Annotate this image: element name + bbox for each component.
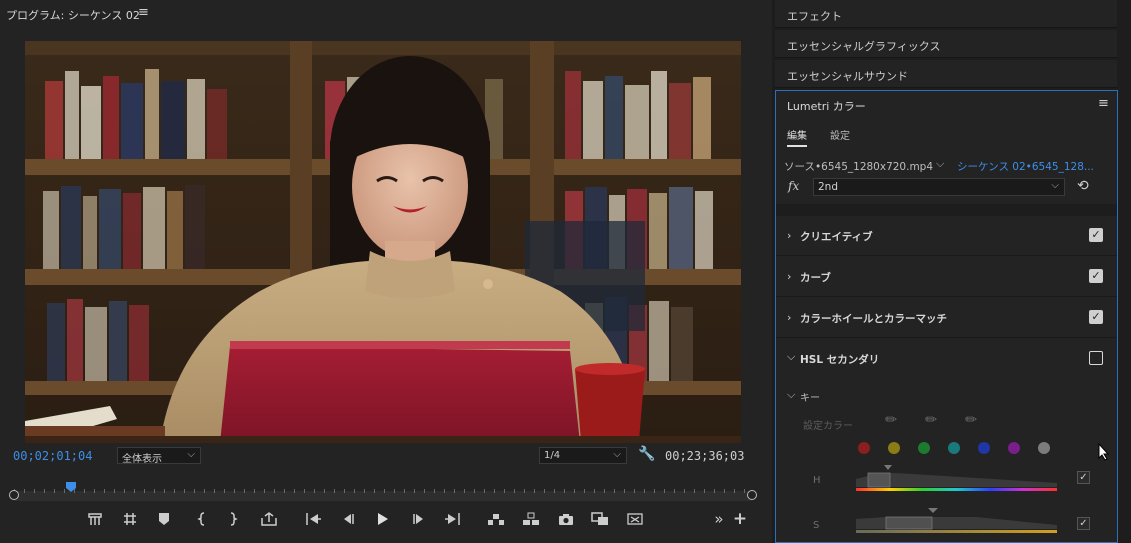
hue-label: H <box>813 475 821 486</box>
play-icon[interactable] <box>369 506 395 532</box>
chevron-down-icon: ⌵ <box>1051 180 1059 191</box>
section-hsl-secondary[interactable]: ⌵ HSL セカンダリ <box>776 339 1117 379</box>
section-creative[interactable]: › クリエイティブ ✓ <box>776 216 1117 256</box>
saturation-enable-checkbox[interactable]: ✓ <box>1077 517 1090 530</box>
transport-controls: » + <box>0 506 772 534</box>
effect-instance-row: fx 2nd ⌵ ⟲ <box>776 177 1117 199</box>
time-ruler[interactable] <box>9 482 757 501</box>
divider <box>776 204 1117 216</box>
playback-resolution-value: 1/4 <box>544 450 561 461</box>
time-ruler-ticks <box>14 489 752 493</box>
swatch-cyan[interactable] <box>948 442 960 454</box>
current-timecode[interactable]: 00;02;01;04 <box>13 449 92 463</box>
panel-essential-sound[interactable]: エッセンシャルサウンド <box>775 60 1117 88</box>
set-color-label: 設定カラー <box>803 421 853 432</box>
right-panel-stack: エフェクト エッセンシャルグラフィックス エッセンシャルサウンド Lumetri… <box>775 0 1131 543</box>
effect-instance-select[interactable]: 2nd ⌵ <box>813 178 1065 196</box>
wrench-icon[interactable]: 🔧 <box>638 446 655 462</box>
tab-edit[interactable]: 編集 <box>787 127 807 147</box>
clip-selector: ソース•6545_1280x720.mp4 ⌵ シーケンス 02•6545_12… <box>776 154 1117 178</box>
source-clip-label[interactable]: ソース•6545_1280x720.mp4 <box>784 159 933 174</box>
add-button-icon[interactable]: + <box>727 506 753 532</box>
step-back-icon[interactable] <box>335 506 361 532</box>
marker-add-icon[interactable] <box>82 506 108 532</box>
enable-checkbox[interactable] <box>1089 351 1103 365</box>
reset-icon[interactable]: ⟲ <box>1077 178 1089 194</box>
chevron-down-icon: ⌵ <box>787 350 796 363</box>
go-to-out-icon[interactable] <box>439 506 465 532</box>
zoom-level-select[interactable]: 全体表示 ⌵ <box>117 447 201 465</box>
export-frame-icon[interactable] <box>256 506 282 532</box>
mouse-pointer-icon <box>1098 443 1110 461</box>
tab-settings[interactable]: 設定 <box>830 127 850 142</box>
section-label: カーブ <box>800 272 831 284</box>
hamburger-icon[interactable]: ≡ <box>138 5 149 20</box>
key-label: キー <box>800 393 820 404</box>
chevron-right-icon: › <box>787 270 792 283</box>
chevron-down-icon: ⌵ <box>787 388 796 401</box>
sequence-clip-label[interactable]: シーケンス 02•6545_128... <box>957 159 1094 174</box>
fx-icon: fx <box>788 179 800 193</box>
hamburger-icon[interactable]: ≡ <box>1098 96 1109 111</box>
swatch-red[interactable] <box>858 442 870 454</box>
chevron-right-icon: › <box>787 311 792 324</box>
section-label: クリエイティブ <box>800 231 873 243</box>
program-monitor: プログラム: シーケンス 02 ≡ 00;02;01;04 全体表示 ⌵ 1/4… <box>0 0 772 543</box>
duration-timecode: 00;23;36;03 <box>665 449 745 463</box>
section-label: HSL セカンダリ <box>800 354 880 366</box>
section-curves[interactable]: › カーブ ✓ <box>776 257 1117 297</box>
video-frame-image <box>25 41 741 443</box>
swatch-green[interactable] <box>918 442 930 454</box>
panel-essential-graphics-label: エッセンシャルグラフィックス <box>787 40 941 53</box>
eyedropper-add-icon[interactable]: ✎ <box>922 410 942 430</box>
chevron-down-icon: ⌵ <box>187 449 195 460</box>
video-viewer[interactable] <box>25 41 741 443</box>
go-to-in-icon[interactable] <box>301 506 327 532</box>
hue-range-slider[interactable] <box>856 465 1057 491</box>
saturation-range-slider[interactable] <box>856 507 1057 533</box>
eyedropper-remove-icon[interactable]: ✎ <box>962 410 982 430</box>
panel-essential-sound-label: エッセンシャルサウンド <box>787 70 908 83</box>
lumetri-color-panel: Lumetri カラー ≡ 編集 設定 ソース•6545_1280x720.mp… <box>775 90 1118 543</box>
swatch-blue[interactable] <box>978 442 990 454</box>
lift-icon[interactable] <box>483 506 509 532</box>
vr-icon[interactable] <box>622 506 648 532</box>
chevron-right-icon: › <box>787 229 792 242</box>
compare-icon[interactable] <box>587 506 613 532</box>
panel-essential-graphics[interactable]: エッセンシャルグラフィックス <box>775 30 1117 58</box>
zoom-start-handle[interactable] <box>9 490 19 500</box>
key-subsection[interactable]: ⌵ キー <box>776 386 1117 406</box>
chevron-down-icon: ⌵ <box>613 449 621 460</box>
effect-instance-value: 2nd <box>818 181 839 193</box>
playback-resolution-select[interactable]: 1/4 ⌵ <box>539 447 627 464</box>
lumetri-title: Lumetri カラー <box>787 100 866 113</box>
eyedropper-icon[interactable]: ✎ <box>882 410 902 430</box>
panel-effects-label: エフェクト <box>787 10 842 23</box>
section-color-wheels[interactable]: › カラーホイールとカラーマッチ ✓ <box>776 298 1117 338</box>
step-forward-icon[interactable] <box>406 506 432 532</box>
hue-enable-checkbox[interactable]: ✓ <box>1077 471 1090 484</box>
program-monitor-header: プログラム: シーケンス 02 ≡ <box>0 0 772 28</box>
mark-out-icon[interactable] <box>220 506 246 532</box>
enable-checkbox[interactable]: ✓ <box>1089 228 1103 242</box>
program-monitor-title: プログラム: シーケンス 02 <box>6 9 140 22</box>
extract-icon[interactable] <box>518 506 544 532</box>
enable-checkbox[interactable]: ✓ <box>1089 310 1103 324</box>
zoom-end-handle[interactable] <box>747 490 757 500</box>
chevron-down-icon[interactable]: ⌵ <box>936 157 944 171</box>
saturation-label: S <box>813 520 820 531</box>
section-label: カラーホイールとカラーマッチ <box>800 313 947 325</box>
swatch-gray[interactable] <box>1038 442 1050 454</box>
add-marker-icon[interactable] <box>151 506 177 532</box>
panel-effects[interactable]: エフェクト <box>775 0 1117 28</box>
swatch-magenta[interactable] <box>1008 442 1020 454</box>
marker-clear-icon[interactable] <box>117 506 143 532</box>
camera-icon[interactable] <box>553 506 579 532</box>
enable-checkbox[interactable]: ✓ <box>1089 269 1103 283</box>
zoom-level-value: 全体表示 <box>122 454 162 465</box>
swatch-yellow[interactable] <box>888 442 900 454</box>
mark-in-icon[interactable] <box>189 506 215 532</box>
